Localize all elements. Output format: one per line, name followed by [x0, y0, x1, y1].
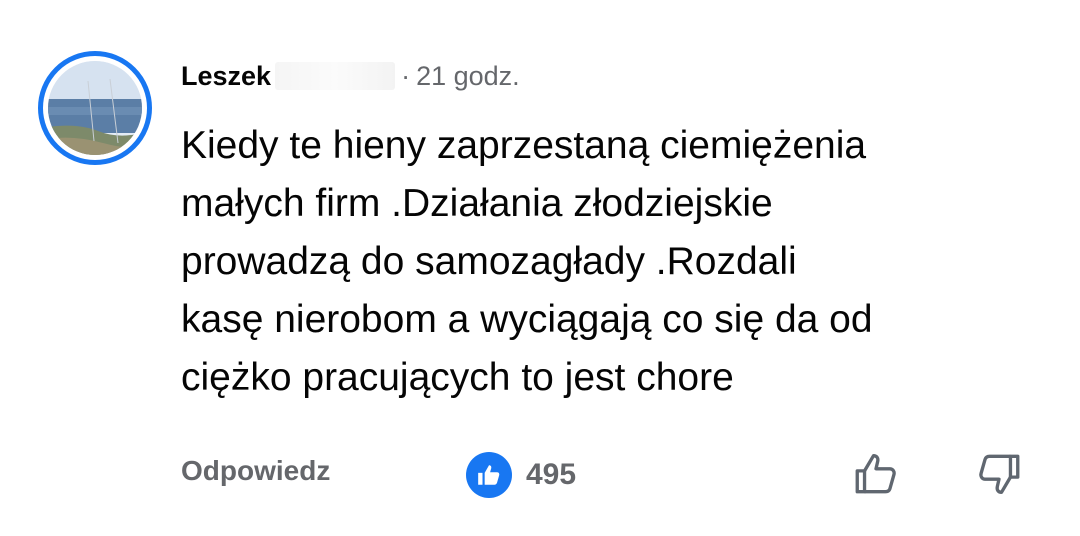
comment-header: Leszek · 21 godz. — [181, 58, 520, 94]
comment-line: małych firm .Działania złodziejskie — [181, 182, 773, 225]
separator-dot: · — [401, 60, 411, 91]
comment-timestamp[interactable]: 21 godz. — [416, 61, 520, 92]
upvote-button[interactable] — [848, 446, 904, 502]
downvote-button[interactable] — [971, 446, 1027, 502]
comment-line: prowadzą do samozagłady .Rozdali — [181, 240, 797, 283]
redacted-surname — [275, 62, 396, 90]
thumb-up-outline-icon — [855, 454, 896, 494]
thumb-down-outline-icon — [979, 454, 1020, 494]
author-name[interactable]: Leszek — [181, 61, 271, 92]
reaction-count: 495 — [526, 458, 577, 491]
comment-line: ciężko pracujących to jest chore — [181, 356, 734, 399]
comment-body: Kiedy te hieny zaprzestaną ciemiężenia m… — [181, 117, 1051, 407]
like-reaction-icon — [466, 452, 512, 498]
reaction-summary[interactable]: 495 — [466, 452, 576, 498]
comment-line: kasę nierobom a wyciągają co się da od — [181, 298, 873, 341]
comment-line: Kiedy te hieny zaprzestaną ciemiężenia — [181, 124, 867, 167]
avatar-lake-image — [48, 61, 142, 155]
reply-button[interactable]: Odpowiedz — [181, 455, 330, 487]
avatar[interactable] — [38, 51, 152, 165]
